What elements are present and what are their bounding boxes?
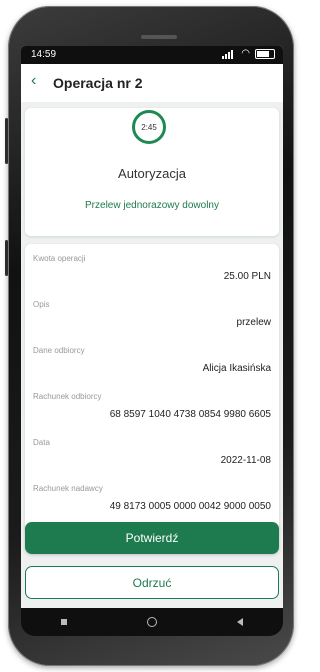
- detail-row-sender-account: Rachunek nadawcy 49 8173 0005 0000 0042 …: [33, 484, 271, 512]
- app-screen: 14:59 ◠ ‹ Operacja nr 2 2:45 Autoryzacja…: [21, 46, 283, 618]
- recent-apps-icon[interactable]: [61, 619, 67, 625]
- authorization-card: 2:45 Autoryzacja Przelew jednorazowy dow…: [25, 108, 279, 236]
- detail-label: Kwota operacji: [33, 254, 86, 263]
- chevron-left-icon[interactable]: ‹: [31, 72, 36, 90]
- android-nav-bar: [21, 608, 283, 636]
- detail-row-date: Data 2022-11-08: [33, 438, 271, 466]
- power-button: [5, 240, 8, 276]
- app-header: ‹ Operacja nr 2: [21, 64, 283, 102]
- confirm-button[interactable]: Potwierdź: [25, 522, 279, 554]
- status-bar: 14:59 ◠: [21, 46, 283, 64]
- detail-value: Alicja Ikasińska: [202, 363, 271, 374]
- detail-label: Rachunek nadawcy: [33, 484, 103, 493]
- detail-row-description: Opis przelew: [33, 300, 271, 328]
- detail-value: 49 8173 0005 0000 0042 9000 0050: [109, 501, 271, 512]
- volume-button: [5, 118, 8, 164]
- detail-row-recipient: Dane odbiorcy Alicja Ikasińska: [33, 346, 271, 374]
- detail-value: 25.00 PLN: [223, 271, 271, 282]
- wifi-icon: ◠: [241, 48, 250, 59]
- signal-icon: [222, 49, 236, 59]
- detail-value: przelew: [236, 317, 271, 328]
- detail-row-amount: Kwota operacji 25.00 PLN: [33, 254, 271, 282]
- home-icon[interactable]: [147, 617, 157, 627]
- detail-label: Rachunek odbiorcy: [33, 392, 102, 401]
- reject-button[interactable]: Odrzuć: [25, 566, 279, 599]
- operation-type: Przelew jednorazowy dowolny: [85, 200, 219, 211]
- detail-label: Dane odbiorcy: [33, 346, 85, 355]
- countdown-timer: 2:45: [132, 110, 166, 144]
- earpiece-speaker: [141, 35, 177, 39]
- detail-row-recipient-account: Rachunek odbiorcy 68 8597 1040 4738 0854…: [33, 392, 271, 420]
- authorization-title: Autoryzacja: [118, 166, 186, 181]
- battery-icon: [255, 49, 275, 59]
- detail-label: Data: [33, 438, 50, 447]
- back-icon[interactable]: [237, 618, 243, 626]
- detail-label: Opis: [33, 300, 50, 309]
- status-time: 14:59: [31, 49, 57, 60]
- operation-details[interactable]: Kwota operacji 25.00 PLN Opis przelew Da…: [25, 244, 279, 534]
- detail-value: 68 8597 1040 4738 0854 9980 6605: [109, 409, 271, 420]
- detail-value: 2022-11-08: [220, 455, 271, 466]
- page-title: Operacja nr 2: [53, 75, 143, 91]
